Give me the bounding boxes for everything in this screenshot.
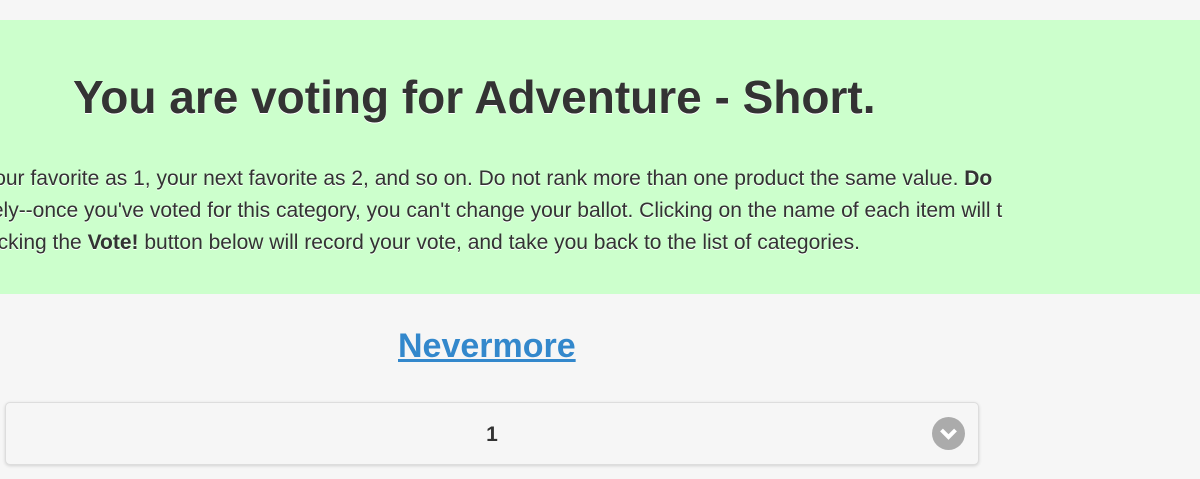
instructions-banner: You are voting for Adventure - Short. an… [0, 20, 1200, 294]
instructions-line-1: ank your favorite as 1, your next favori… [0, 163, 1200, 195]
item-name-link[interactable]: Nevermore [398, 325, 576, 367]
instructions-line-3: te. Clicking the Vote! button below will… [0, 227, 1200, 259]
instructions-line-1-text: ank your favorite as 1, your next favori… [0, 167, 965, 190]
instructions-line-2: e wisely--once you've voted for this cat… [0, 199, 1003, 222]
chevron-down-icon [932, 417, 965, 450]
instructions-line-1-bold: Do [964, 167, 993, 190]
page-title: You are voting for Adventure - Short. [73, 71, 876, 123]
rank-selected-value: 1 [486, 423, 498, 446]
voting-instructions: ank your favorite as 1, your next favori… [0, 163, 1200, 259]
rank-select[interactable]: 1 [5, 402, 979, 465]
instructions-line-3-after: button below will record your vote, and … [138, 231, 860, 254]
instructions-line-3-before: te. Clicking the [0, 231, 82, 254]
vote-keyword: Vote! [87, 231, 139, 254]
